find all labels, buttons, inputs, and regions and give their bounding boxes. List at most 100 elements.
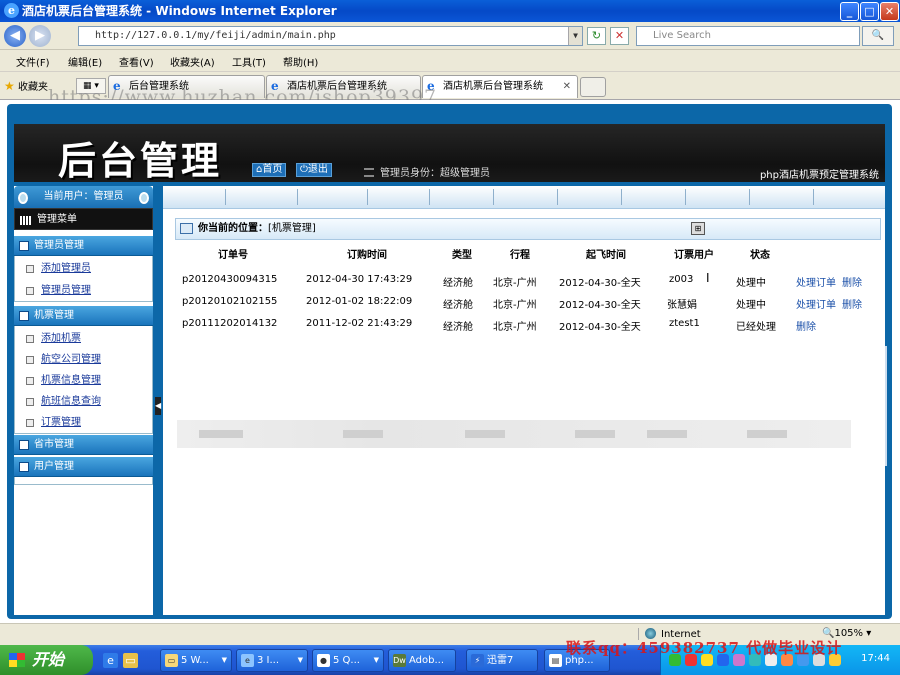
tray-app-icon[interactable] [717, 654, 729, 666]
depart-time: 2012-04-30-全天 [559, 278, 641, 289]
taskbar-item-dreamweaver[interactable]: Dw Adob... [388, 649, 456, 672]
menu-edit[interactable]: 编辑(E) [68, 54, 102, 69]
taskbar-item-ie[interactable]: e3 I... ▼ [236, 649, 308, 672]
pin-icon [139, 192, 149, 204]
address-dropdown-icon[interactable]: ▼ [568, 27, 582, 45]
pin-icon [18, 192, 28, 204]
taskbar-item-qq[interactable]: ● 5 Q... ▼ [312, 649, 384, 672]
menu-help[interactable]: 帮助(H) [283, 54, 318, 69]
sidebar-item-booking-manage[interactable]: 订票管理 [14, 412, 153, 433]
taskbar: 开始 e ▭ ▭ 5 W... ▼ e3 I... ▼ ● 5 Q... ▼ Dw Adob… [0, 645, 900, 675]
ie-quicklaunch-icon[interactable]: e [103, 653, 118, 668]
quick-tabs-icon[interactable]: ▦ ▾ [76, 78, 106, 94]
menu-view[interactable]: 查看(V) [119, 54, 154, 69]
status-bar: Internet 🔍105% ▾ [0, 623, 900, 645]
refresh-icon[interactable]: ↻ [587, 27, 606, 45]
tray-app-icon[interactable] [765, 654, 777, 666]
tab-1[interactable]: e 后台管理系统 [108, 75, 265, 98]
collapse-sidebar-button[interactable]: ◀ [155, 397, 161, 415]
zoom-icon: 🔍 [822, 628, 835, 639]
tray-app-icon[interactable] [733, 654, 745, 666]
tab-3-active[interactable]: e 酒店机票后台管理系统 ✕ [422, 75, 578, 98]
close-window-button[interactable]: ✕ [880, 2, 899, 21]
sidebar-item-airline-manage[interactable]: 航空公司管理 [14, 349, 153, 370]
back-button[interactable]: ◀ [4, 25, 26, 47]
section-admin-manage[interactable]: 管理员管理 [14, 236, 153, 256]
delete-link[interactable]: 删除 [842, 274, 862, 289]
sidebar-item-label: 添加管理员 [41, 263, 91, 274]
tray-app-icon[interactable] [781, 654, 793, 666]
tray-app-icon[interactable] [669, 654, 681, 666]
order-time: 2012-01-02 18:22:09 [306, 296, 413, 307]
menu-file[interactable]: 文件(F) [16, 54, 50, 69]
sidebar-item-label: 机票信息管理 [41, 375, 101, 386]
web-page: 后台管理 ⌂首页 ⏻退出 管理员身份：超级管理员 php酒店机票预定管理系统 当… [0, 100, 900, 623]
section-ticket-manage[interactable]: 机票管理 [14, 306, 153, 326]
search-button[interactable]: 🔍 [862, 26, 894, 46]
section-title: 用户管理 [34, 461, 74, 472]
section-province-manage[interactable]: 省市管理 [14, 435, 153, 455]
tray-app-icon[interactable] [797, 654, 809, 666]
tray-app-icon[interactable] [749, 654, 761, 666]
tray-app-icon[interactable] [701, 654, 713, 666]
breadcrumb-label: 你当前的位置： [198, 223, 268, 234]
folder-icon [19, 440, 29, 450]
sidebar-item-admin-manage[interactable]: 管理员管理 [14, 280, 153, 301]
close-tab-icon[interactable]: ✕ [563, 76, 571, 97]
dreamweaver-icon: Dw [393, 654, 406, 667]
stop-icon[interactable]: ✕ [610, 27, 629, 45]
document-icon: ▤ [549, 654, 562, 667]
security-zone: Internet [638, 628, 701, 640]
section-user-items [14, 477, 153, 485]
folder-icon [19, 311, 29, 321]
new-tab-button[interactable] [580, 77, 606, 97]
menu-tools[interactable]: 工具(T) [232, 54, 266, 69]
taskbar-item-xunlei[interactable]: ⚡ 迅雷7 [466, 649, 538, 672]
header-banner: 后台管理 ⌂首页 ⏻退出 管理员身份：超级管理员 php酒店机票预定管理系统 [14, 124, 885, 183]
tray-app-icon[interactable] [685, 654, 697, 666]
delete-link[interactable]: 删除 [796, 318, 816, 333]
ie-tab-icon: e [113, 79, 121, 93]
ticket-type: 经济舱 [443, 278, 473, 289]
text-cursor-icon: I [706, 271, 710, 285]
menu-favorites[interactable]: 收藏夹(A) [170, 54, 215, 69]
section-user-manage[interactable]: 用户管理 [14, 457, 153, 477]
process-order-link[interactable]: 处理订单 [796, 274, 836, 289]
start-button[interactable]: 开始 [0, 645, 93, 675]
shield-icon[interactable] [829, 654, 841, 666]
menu-title-label: 管理菜单 [37, 214, 77, 225]
sidebar-item-add-admin[interactable]: 添加管理员 [14, 258, 153, 279]
breadcrumb-value: [机票管理] [268, 223, 316, 234]
minimize-button[interactable]: _ [840, 2, 859, 21]
power-icon: ⏻ [300, 164, 308, 175]
print-icon[interactable]: ⊞ [691, 222, 705, 235]
search-placeholder: Live Search [653, 30, 711, 41]
volume-icon[interactable] [813, 654, 825, 666]
tab-2[interactable]: e 酒店机票后台管理系统 [266, 75, 421, 98]
address-input[interactable]: http://127.0.0.1/my/feiji/admin/main.php… [78, 26, 583, 46]
doc-icon [26, 356, 34, 364]
booking-user: ztest1 [669, 318, 700, 329]
ie-tab-icon: e [427, 79, 435, 93]
favorites-button[interactable]: ★ 收藏夹 [4, 78, 48, 93]
explorer-quicklaunch-icon[interactable]: ▭ [123, 653, 138, 668]
sidebar-item-flight-query[interactable]: 航班信息查询 [14, 391, 153, 412]
sidebar-item-add-ticket[interactable]: 添加机票 [14, 328, 153, 349]
system-name: php酒店机票预定管理系统 [759, 170, 879, 181]
zoom-level[interactable]: 🔍105% ▾ [822, 628, 871, 639]
forward-button[interactable]: ▶ [29, 25, 51, 47]
home-button[interactable]: ⌂首页 [252, 163, 287, 177]
logout-button[interactable]: ⏻退出 [296, 163, 332, 177]
order-status: 处理中 [736, 278, 766, 289]
xunlei-icon: ⚡ [471, 654, 484, 667]
section-title: 省市管理 [34, 439, 74, 450]
delete-link[interactable]: 删除 [842, 296, 862, 311]
sidebar-item-ticket-info[interactable]: 机票信息管理 [14, 370, 153, 391]
main-content: 你当前的位置：[机票管理] ⊞ 订单号 订购时间 类型 行程 起飞时间 订票用户… [163, 186, 887, 615]
process-order-link[interactable]: 处理订单 [796, 296, 836, 311]
task-label: 5 W... [181, 655, 209, 666]
search-input[interactable]: Live Search [636, 26, 860, 46]
taskbar-item-php[interactable]: ▤ php... [544, 649, 610, 672]
maximize-button[interactable]: □ [860, 2, 879, 21]
taskbar-item-folders[interactable]: ▭ 5 W... ▼ [160, 649, 232, 672]
